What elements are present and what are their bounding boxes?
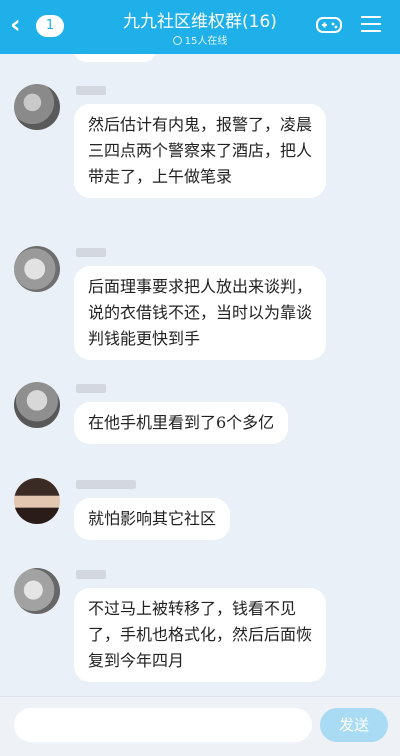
sender-name-blurred (76, 248, 106, 257)
online-count: 15人在线 (184, 36, 228, 47)
sender-name-blurred (76, 86, 106, 95)
menu-icon[interactable] (361, 16, 381, 34)
message-bubble: 不过马上被转移了，钱看不见了，手机也格式化，然后后面恢复到今年四月 (74, 588, 326, 682)
avatar[interactable] (14, 246, 60, 292)
gamepad-icon[interactable] (316, 16, 342, 34)
message-bubble: 就怕影响其它社区 (74, 498, 231, 540)
avatar[interactable] (14, 568, 60, 614)
chat-area: 然后估计有内鬼，报警了，凌晨三四点两个警察来了酒店，把人带走了，上午做笔录 后面… (0, 54, 400, 696)
avatar[interactable] (14, 478, 60, 524)
online-status: 15人在线 (0, 32, 400, 47)
message-bubble: 然后估计有内鬼，报警了，凌晨三四点两个警察来了酒店，把人带走了，上午做笔录 (74, 104, 326, 198)
sender-name-blurred (76, 384, 106, 393)
previous-message-bubble (74, 54, 156, 62)
sender-name-blurred (76, 480, 136, 489)
message-input[interactable] (14, 708, 312, 742)
message-bubble: 后面理事要求把人放出来谈判，说的衣借钱不还，当时以为靠谈判钱能更快到手 (74, 266, 326, 360)
input-bar: 发送 (0, 696, 400, 756)
message-bubble: 在他手机里看到了6个多亿 (74, 402, 289, 444)
online-icon (172, 36, 182, 45)
sender-name-blurred (76, 570, 106, 579)
avatar[interactable] (14, 84, 60, 130)
avatar[interactable] (14, 382, 60, 428)
send-button[interactable]: 发送 (320, 708, 388, 742)
chat-header: ‹ 1 九九社区维权群(16) 15人在线 (0, 0, 400, 54)
